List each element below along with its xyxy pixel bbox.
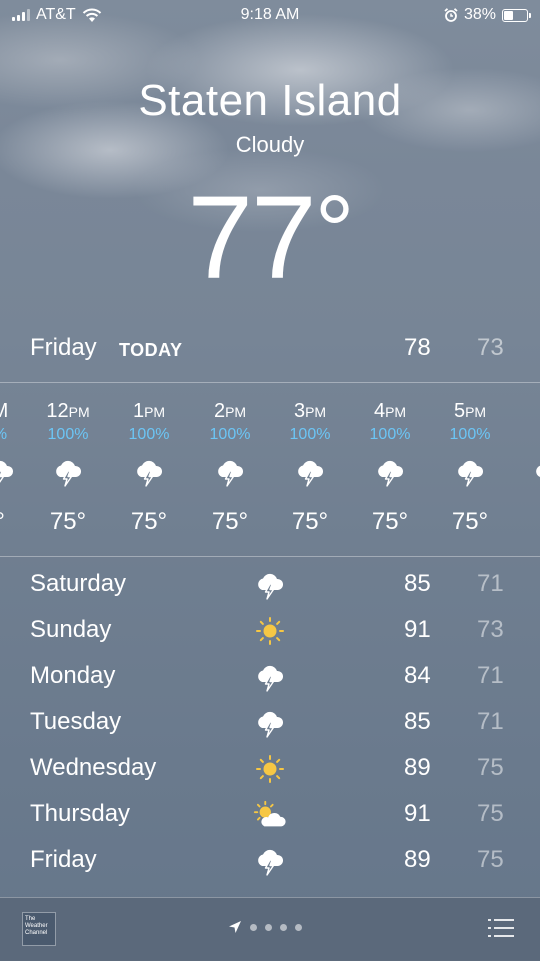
- thunderstorm-icon: [133, 456, 165, 488]
- hour-label: 3PM: [293, 400, 327, 422]
- weather-channel-logo[interactable]: The Weather Channel: [22, 912, 56, 946]
- current-condition: Cloudy: [235, 132, 305, 157]
- degree-symbol: °: [314, 175, 355, 287]
- status-bar: AT&T 9:18 AM 38%: [0, 0, 540, 32]
- daily-row: Sunday 91 73: [0, 606, 540, 652]
- today-day: Friday: [30, 334, 97, 361]
- day-low: 75: [477, 846, 504, 873]
- hour-temperature: 75°: [451, 508, 489, 535]
- hour-label: 4PM: [373, 400, 407, 422]
- today-high: 78: [404, 334, 431, 361]
- day-name: Saturday: [30, 570, 127, 597]
- thunderstorm-icon: [253, 570, 287, 600]
- day-high: 89: [404, 846, 431, 873]
- daily-row: Wednesday 89 75: [0, 744, 540, 790]
- hour-temperature: 75°: [291, 508, 329, 535]
- current-temperature: 77°: [0, 170, 540, 306]
- day-name: Monday: [30, 662, 116, 689]
- precip-chance: 100%: [369, 426, 411, 443]
- thunderstorm-icon: [0, 456, 16, 488]
- hourly-forecast[interactable]: M%°12PM100%75°1PM100%75°2PM100%75°3PM100…: [0, 384, 540, 556]
- hour-temperature: 7: [508, 508, 540, 536]
- thunderstorm-icon: [454, 456, 486, 488]
- page-dot[interactable]: [250, 923, 257, 931]
- day-low: 71: [477, 662, 504, 689]
- hour-label: 12PM: [46, 400, 90, 422]
- day-high: 89: [404, 754, 431, 781]
- alarm-icon: [444, 8, 458, 22]
- page-dot[interactable]: [265, 923, 272, 931]
- precip-chance: 100%: [209, 426, 251, 443]
- day-high: 91: [404, 616, 431, 643]
- precip-chance: 100%: [128, 426, 170, 443]
- day-high: 84: [404, 662, 431, 689]
- page-dot[interactable]: [280, 923, 287, 931]
- hour-label: 6: [508, 400, 540, 423]
- location-arrow-icon: [229, 921, 241, 933]
- today-low: 73: [477, 334, 504, 361]
- hour-label: 2PM: [213, 400, 247, 422]
- day-low: 71: [477, 570, 504, 597]
- daily-row: Monday 84 71: [0, 652, 540, 698]
- daily-row: Saturday 85 71: [0, 560, 540, 606]
- partly-cloudy-icon: [253, 800, 287, 830]
- sun-icon: [253, 616, 287, 646]
- thunderstorm-icon: [294, 456, 326, 488]
- hour-label: 5PM: [453, 400, 487, 422]
- day-high: 85: [404, 570, 431, 597]
- day-name: Tuesday: [30, 708, 122, 735]
- hour-temperature: 75°: [130, 508, 168, 535]
- daily-row: Friday 89 75: [0, 836, 540, 882]
- page-indicator[interactable]: [228, 920, 302, 934]
- thunderstorm-icon: [52, 456, 84, 488]
- daily-row: Tuesday 85 71: [0, 698, 540, 744]
- bottom-toolbar: The Weather Channel: [0, 897, 540, 961]
- hour-temperature: 75°: [211, 508, 249, 535]
- today-row: Friday TODAY 78 73: [0, 330, 540, 370]
- thunderstorm-icon: [214, 456, 246, 488]
- divider: [0, 556, 540, 557]
- city-name: Staten Island: [138, 76, 402, 125]
- precip-chance: 100%: [449, 426, 491, 443]
- day-low: 71: [477, 708, 504, 735]
- precip-chance: 100%: [289, 426, 331, 443]
- day-low: 75: [477, 800, 504, 827]
- hour-temperature: 75°: [371, 508, 409, 535]
- thunderstorm-icon: [374, 456, 406, 488]
- day-name: Wednesday: [30, 754, 157, 781]
- daily-row: Thursday 91 75: [0, 790, 540, 836]
- day-low: 75: [477, 754, 504, 781]
- page-dot[interactable]: [295, 923, 302, 931]
- divider: [0, 382, 540, 383]
- thunderstorm-icon: [253, 662, 287, 692]
- day-high: 85: [404, 708, 431, 735]
- day-low: 73: [477, 616, 504, 643]
- battery-icon: [502, 8, 531, 22]
- hour-label: 1PM: [132, 400, 166, 422]
- list-icon[interactable]: [488, 918, 514, 938]
- hour-temperature: 75°: [49, 508, 87, 535]
- day-name: Thursday: [30, 800, 131, 827]
- day-name: Friday: [30, 846, 97, 873]
- current-temperature-value: 77: [187, 172, 316, 304]
- sun-icon: [253, 754, 287, 784]
- day-name: Sunday: [30, 616, 112, 643]
- day-high: 91: [404, 800, 431, 827]
- precip-chance: 100%: [47, 426, 89, 443]
- thunderstorm-icon: [532, 456, 540, 488]
- precip-chance: 9: [508, 426, 540, 444]
- thunderstorm-icon: [253, 846, 287, 876]
- today-tag: TODAY: [119, 340, 183, 360]
- thunderstorm-icon: [253, 708, 287, 738]
- battery-percent: 38%: [463, 6, 496, 23]
